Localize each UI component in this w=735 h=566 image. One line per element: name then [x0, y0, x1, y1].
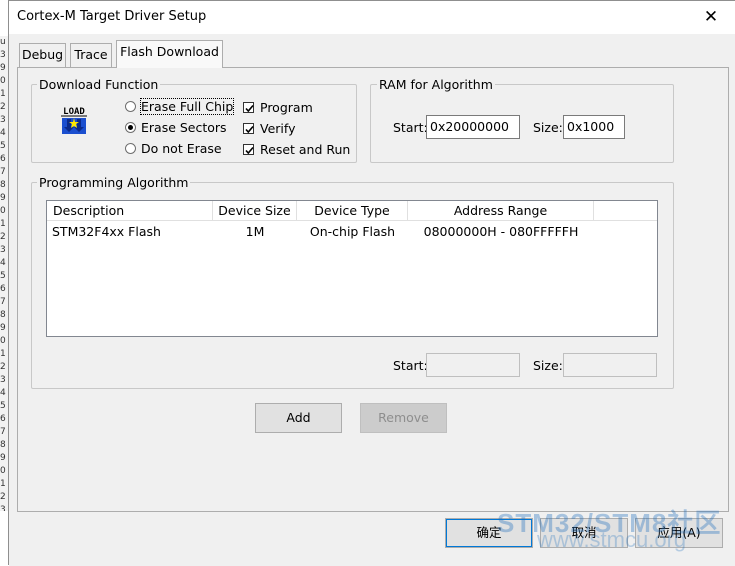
title-bar: Cortex-M Target Driver Setup ✕ [9, 1, 735, 34]
algo-start-label: Start: [393, 358, 428, 373]
programming-algorithm-label: Programming Algorithm [37, 175, 191, 190]
ram-start-input[interactable]: 0x20000000 [426, 115, 520, 139]
add-button[interactable]: Add [255, 403, 342, 433]
tab-label: Flash Download [120, 44, 219, 59]
column-header-description[interactable]: Description [47, 201, 213, 221]
tab-flash-download[interactable]: Flash Download [116, 40, 223, 68]
checkmark-icon [245, 125, 254, 134]
driver-setup-dialog: Cortex-M Target Driver Setup ✕ Debug Tra… [8, 0, 735, 566]
do-not-erase-radio[interactable] [125, 143, 136, 154]
dialog-client: Debug Trace Flash Download Download Func… [9, 34, 735, 566]
cell-device-size: 1M [245, 224, 265, 239]
cell-device-type: On-chip Flash [309, 224, 396, 239]
erase-sectors-label[interactable]: Erase Sectors [141, 120, 227, 135]
reset-and-run-checkbox[interactable] [243, 144, 254, 155]
load-icon: LOAD [58, 105, 90, 137]
close-icon: ✕ [703, 7, 719, 27]
algo-start-input[interactable] [426, 353, 520, 377]
tab-debug[interactable]: Debug [19, 43, 66, 67]
ram-size-input[interactable]: 0x1000 [563, 115, 625, 139]
erase-full-chip-radio[interactable] [125, 101, 136, 112]
verify-checkbox[interactable] [243, 123, 254, 134]
column-header-filler [594, 201, 657, 221]
verify-label[interactable]: Verify [260, 121, 295, 136]
ram-size-label: Size: [533, 120, 563, 135]
close-button[interactable]: ✕ [697, 5, 725, 29]
tab-trace[interactable]: Trace [70, 43, 112, 67]
flash-download-page: Download Function LOAD Erase Full Chip E… [17, 67, 729, 512]
column-header-address-range[interactable]: Address Range [408, 201, 594, 221]
algorithm-table[interactable]: Description Device Size Device Type Addr… [46, 200, 658, 337]
checkmark-icon [245, 104, 254, 113]
reset-and-run-label[interactable]: Reset and Run [260, 142, 350, 157]
algo-size-label: Size: [533, 358, 563, 373]
ram-for-algorithm-label: RAM for Algorithm [377, 77, 495, 92]
window-title: Cortex-M Target Driver Setup [17, 9, 207, 24]
watermark-url: www.stmcu.org [537, 527, 687, 552]
cell-address-range: 08000000H - 080FFFFFH [423, 224, 579, 239]
do-not-erase-label[interactable]: Do not Erase [141, 141, 222, 156]
checkmark-icon [245, 146, 254, 155]
column-header-device-size[interactable]: Device Size [213, 201, 297, 221]
program-label[interactable]: Program [260, 100, 313, 115]
column-header-device-type[interactable]: Device Type [297, 201, 408, 221]
cell-description: STM32F4xx Flash [52, 224, 161, 239]
table-row[interactable]: STM32F4xx Flash 1M On-chip Flash 0800000… [47, 223, 657, 243]
erase-sectors-radio[interactable] [125, 122, 136, 133]
download-function-label: Download Function [37, 77, 161, 92]
remove-button[interactable]: Remove [360, 403, 447, 433]
ram-start-label: Start: [393, 120, 428, 135]
tab-label: Debug [21, 47, 64, 62]
tab-label: Trace [74, 47, 108, 62]
algo-size-input[interactable] [563, 353, 657, 377]
erase-full-chip-label[interactable]: Erase Full Chip [139, 98, 235, 115]
program-checkbox[interactable] [243, 102, 254, 113]
